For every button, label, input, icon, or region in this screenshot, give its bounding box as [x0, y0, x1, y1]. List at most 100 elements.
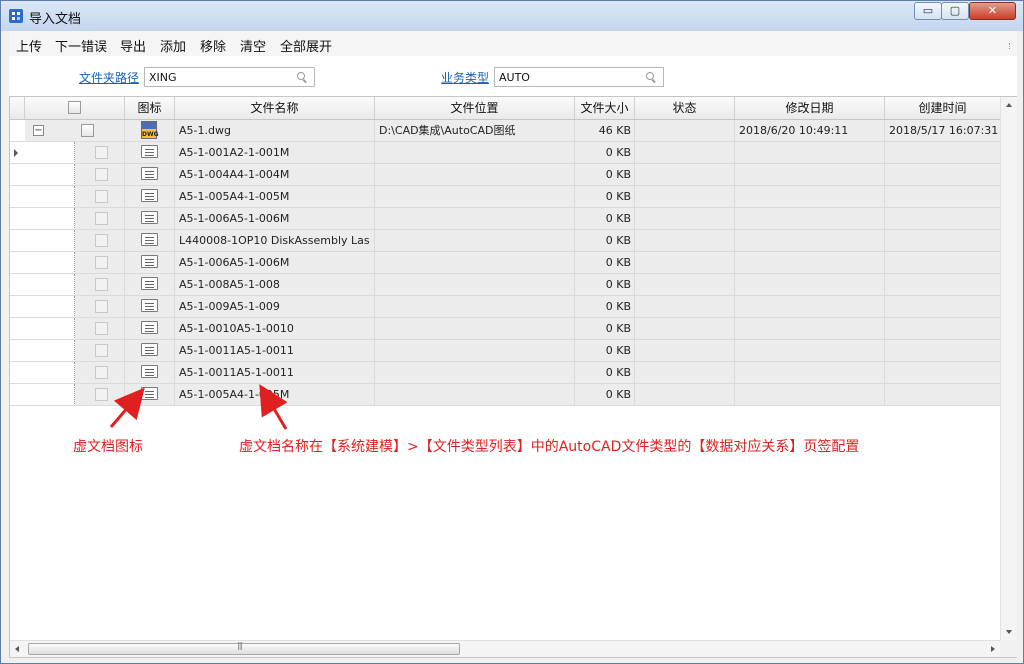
row-checkbox[interactable]: [95, 344, 108, 357]
tree-cell: [25, 340, 125, 361]
icon-cell: [125, 296, 175, 317]
modified-date: [735, 340, 885, 361]
row-indicator-cell: [10, 296, 25, 317]
row-checkbox[interactable]: [95, 388, 108, 401]
file-status: [635, 186, 735, 207]
row-checkbox[interactable]: [81, 124, 94, 137]
document-grid: 图标 文件名称 文件位置 文件大小 状态 修改日期 创建时间 − DWG A5-…: [9, 96, 1017, 658]
modified-date: [735, 230, 885, 251]
table-row[interactable]: A5-1-009A5-1-009 0 KB: [10, 296, 1000, 318]
row-checkbox[interactable]: [95, 300, 108, 313]
tree-cell: [25, 230, 125, 251]
file-name: A5-1-008A5-1-008: [175, 274, 375, 295]
table-row[interactable]: A5-1-005A4-1-005M 0 KB: [10, 384, 1000, 406]
created-time: [885, 384, 1000, 405]
table-row[interactable]: A5-1-001A2-1-001M 0 KB: [10, 142, 1000, 164]
row-checkbox[interactable]: [95, 212, 108, 225]
business-type-label[interactable]: 业务类型: [441, 69, 489, 86]
menu-upload[interactable]: 上传: [16, 36, 42, 55]
table-row[interactable]: A5-1-004A4-1-004M 0 KB: [10, 164, 1000, 186]
menu-remove[interactable]: 移除: [200, 36, 226, 55]
header-file-size[interactable]: 文件大小: [575, 97, 635, 119]
table-row[interactable]: L440008-1OP10 DiskAssembly Las 0 KB: [10, 230, 1000, 252]
menu-expand-all[interactable]: 全部展开: [280, 36, 332, 55]
menu-add[interactable]: 添加: [160, 36, 186, 55]
scroll-down-icon[interactable]: [1006, 630, 1012, 634]
business-type-search-icon[interactable]: [646, 72, 656, 82]
file-size: 0 KB: [575, 296, 635, 317]
file-size: 0 KB: [575, 164, 635, 185]
row-checkbox[interactable]: [95, 190, 108, 203]
file-size: 0 KB: [575, 274, 635, 295]
file-name: A5-1-006A5-1-006M: [175, 208, 375, 229]
table-row-parent[interactable]: − DWG A5-1.dwg D:\CAD集成\AutoCAD图纸 46 KB …: [10, 120, 1000, 142]
maximize-button[interactable]: ▢: [941, 2, 969, 20]
tree-cell: [25, 274, 125, 295]
table-row[interactable]: A5-1-006A5-1-006M 0 KB: [10, 208, 1000, 230]
virtual-document-icon: [141, 211, 158, 224]
table-row[interactable]: A5-1-006A5-1-006M 0 KB: [10, 252, 1000, 274]
row-checkbox[interactable]: [95, 278, 108, 291]
tree-cell: [25, 186, 125, 207]
scroll-corner: [1000, 640, 1017, 657]
menu-overflow-grip[interactable]: [1009, 43, 1013, 49]
close-button[interactable]: ✕: [969, 2, 1016, 20]
row-checkbox[interactable]: [95, 168, 108, 181]
table-row[interactable]: A5-1-005A4-1-005M 0 KB: [10, 186, 1000, 208]
header-modified-date[interactable]: 修改日期: [735, 97, 885, 119]
menu-export[interactable]: 导出: [120, 36, 146, 55]
scroll-left-icon[interactable]: [15, 646, 19, 652]
menu-clear[interactable]: 清空: [240, 36, 266, 55]
folder-path-label[interactable]: 文件夹路径: [79, 69, 139, 86]
file-location: [375, 252, 575, 273]
business-type-input[interactable]: [494, 67, 664, 87]
horizontal-scroll-thumb[interactable]: [28, 641, 460, 655]
vertical-scrollbar[interactable]: [1000, 97, 1017, 640]
header-file-name[interactable]: 文件名称: [175, 97, 375, 119]
scroll-right-icon[interactable]: [991, 646, 995, 652]
collapse-toggle-icon[interactable]: −: [33, 125, 44, 136]
scroll-up-icon[interactable]: [1006, 103, 1012, 107]
folder-search-icon[interactable]: [297, 72, 307, 82]
file-name: A5-1-001A2-1-001M: [175, 142, 375, 163]
row-checkbox[interactable]: [95, 322, 108, 335]
file-size: 0 KB: [575, 142, 635, 163]
file-status: [635, 208, 735, 229]
row-checkbox[interactable]: [95, 146, 108, 159]
header-status[interactable]: 状态: [635, 97, 735, 119]
header-created-time[interactable]: 创建时间: [885, 97, 1000, 119]
file-name: A5-1-0010A5-1-0010: [175, 318, 375, 339]
table-row[interactable]: A5-1-008A5-1-008 0 KB: [10, 274, 1000, 296]
file-status: [635, 120, 735, 141]
virtual-document-icon: [141, 189, 158, 202]
file-size: 0 KB: [575, 208, 635, 229]
modified-date: [735, 362, 885, 383]
select-all-checkbox[interactable]: [68, 101, 81, 114]
file-name: A5-1-0011A5-1-0011: [175, 362, 375, 383]
modified-date: [735, 208, 885, 229]
minimize-button[interactable]: ▭: [914, 2, 942, 20]
row-checkbox[interactable]: [95, 256, 108, 269]
icon-cell: [125, 384, 175, 405]
header-icon[interactable]: 图标: [125, 97, 175, 119]
virtual-document-icon: [141, 145, 158, 158]
current-row-indicator-icon: [14, 149, 18, 157]
table-row[interactable]: A5-1-0011A5-1-0011 0 KB: [10, 340, 1000, 362]
file-size: 0 KB: [575, 252, 635, 273]
file-location: [375, 142, 575, 163]
row-checkbox[interactable]: [95, 234, 108, 247]
horizontal-scrollbar[interactable]: [10, 640, 1000, 657]
folder-path-input[interactable]: [144, 67, 315, 87]
header-file-location[interactable]: 文件位置: [375, 97, 575, 119]
dwg-file-icon: DWG: [141, 121, 159, 139]
table-row[interactable]: A5-1-0011A5-1-0011 0 KB: [10, 362, 1000, 384]
icon-cell: [125, 340, 175, 361]
tree-cell: [25, 208, 125, 229]
created-time: [885, 340, 1000, 361]
icon-cell: [125, 186, 175, 207]
menu-next-error[interactable]: 下一错误: [55, 36, 107, 55]
table-row[interactable]: A5-1-0010A5-1-0010 0 KB: [10, 318, 1000, 340]
virtual-document-icon: [141, 233, 158, 246]
file-location: [375, 186, 575, 207]
row-checkbox[interactable]: [95, 366, 108, 379]
